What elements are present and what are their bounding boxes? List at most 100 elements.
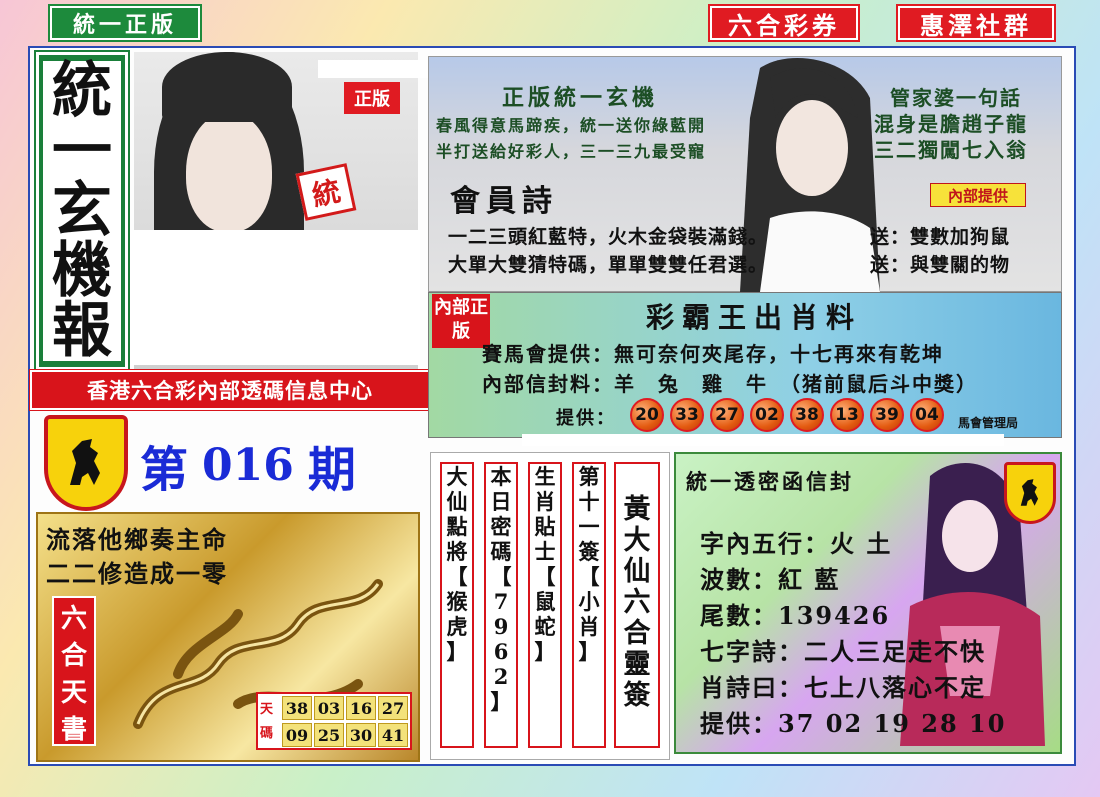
col-char: 鼠	[534, 589, 556, 614]
blank-block	[130, 230, 420, 365]
tianma-numbers: 天碼 38 03 16 27 09 25 30 41	[256, 692, 412, 750]
col-char: 第	[578, 464, 600, 489]
wuxing-row: 字內五行：火 土	[700, 524, 892, 559]
col-char: 】	[578, 639, 600, 664]
title-char: 機	[43, 241, 121, 301]
col-char: 十	[578, 489, 600, 514]
info-center-banner: 香港六合彩內部透碼信息中心	[30, 370, 430, 410]
horse-shield-logo-small	[1004, 462, 1056, 524]
white-strip-2	[522, 434, 1004, 446]
tianshu-char: 天	[60, 678, 87, 708]
number-ball: 33	[670, 398, 704, 432]
col-char: 密	[490, 514, 512, 539]
weishu-row: 尾數：139426	[700, 596, 890, 631]
official-stamp: 正版	[344, 82, 400, 114]
col-char: 仙	[446, 489, 468, 514]
number-ball: 39	[870, 398, 904, 432]
caibawang-line-2: 內部信封料：羊 兔 雞 牛 （猪前鼠后斗中獎）	[482, 372, 978, 396]
provide-label: 提供：	[556, 408, 616, 429]
gold-line-1: 流落他鄉奏主命	[46, 525, 228, 554]
col-char: 【	[534, 564, 556, 589]
number-ball: 02	[750, 398, 784, 432]
tianma-number: 09	[282, 723, 312, 747]
provide-row: 提供：37 02 19 28 10	[700, 704, 1006, 739]
col-char: 將	[446, 539, 468, 564]
tianshu-char: 六	[60, 604, 87, 634]
column-shengxiao: 生 肖 貼 士 【 鼠 蛇 】	[528, 462, 562, 748]
vertical-title: 統 一 玄 機 報	[36, 52, 128, 370]
horse-shield-logo	[44, 415, 128, 511]
bose-row: 波數：紅 藍	[700, 560, 840, 595]
col-char: 合	[623, 618, 651, 649]
poem-line-2-extra: 送：與雙關的物	[870, 254, 1011, 276]
col-char: 7	[493, 589, 509, 614]
col-char: 虎	[446, 614, 468, 639]
caibawang-title: 彩霸王出肖料	[646, 301, 863, 334]
guanjiapo-title: 管家婆一句話	[890, 86, 1022, 110]
col-char: 【	[578, 564, 600, 589]
xuanji-line-1: 春風得意馬蹄疾，統一送你綠藍開	[436, 116, 707, 135]
qizi-row: 七字詩：二人三足走不快	[700, 632, 986, 667]
envelope-title: 統一透密函信封	[686, 469, 854, 494]
issue-suffix: 期	[307, 442, 356, 498]
col-char: 】	[534, 639, 556, 664]
xiaoshi-value: 七上八落心不定	[804, 673, 986, 702]
number-ball: 38	[790, 398, 824, 432]
guanjiapo-line-1: 混身是膽趙子龍	[874, 112, 1028, 136]
col-char: 士	[534, 539, 556, 564]
wuxing-label: 字內五行：	[700, 529, 830, 558]
col-char: 【	[446, 564, 468, 589]
number-ball: 27	[710, 398, 744, 432]
qizi-label: 七字詩：	[700, 637, 804, 666]
issue-number: 第 016 期	[140, 430, 410, 500]
tianshu-label: 六 合 天 書	[52, 596, 96, 746]
bose-label: 波數：	[700, 565, 778, 594]
col-char: 猴	[446, 589, 468, 614]
tianshu-char: 書	[60, 715, 87, 745]
col-char: 仙	[623, 556, 651, 587]
title-char: 一	[43, 121, 121, 181]
col-char: 貼	[534, 514, 556, 539]
xuanji-line-2: 半打送給好彩人，三一三九最受寵	[436, 142, 707, 161]
jockey-club-label: 馬會管理局	[958, 416, 1019, 430]
col-char: 靈	[623, 649, 651, 680]
number-ball: 13	[830, 398, 864, 432]
tianshu-char: 合	[60, 641, 87, 671]
col-char: 簽	[623, 680, 651, 711]
tianma-label: 天碼	[260, 702, 274, 741]
col-char: 】	[490, 689, 512, 714]
internal-badge: 內部提供	[930, 183, 1026, 207]
provide-numbers: 37 02 19 28 10	[778, 709, 1007, 738]
poem-line-1-extra: 送：雙數加狗鼠	[870, 226, 1011, 248]
top-label-community: 惠澤社群	[898, 6, 1054, 40]
title-char: 玄	[43, 181, 121, 241]
col-char: 】	[446, 639, 468, 664]
horse-icon	[70, 439, 100, 485]
poem-line-2: 大單大雙猜特碼，單單雙雙任君選。	[448, 254, 769, 276]
title-char: 統	[43, 61, 121, 121]
qizi-value: 二人三足走不快	[804, 637, 986, 666]
col-char: 六	[623, 587, 651, 618]
gold-line-2: 二二修造成一零	[46, 559, 228, 588]
tianma-number: 38	[282, 696, 312, 720]
member-poem-title: 會員詩	[450, 184, 558, 219]
col-char: 小	[578, 589, 600, 614]
tianma-number: 25	[314, 723, 344, 747]
col-char: 蛇	[534, 614, 556, 639]
tianma-number: 16	[346, 696, 376, 720]
title-char: 報	[43, 301, 121, 361]
top-label-official: 統一正版	[50, 6, 200, 40]
col-char: 大	[446, 464, 468, 489]
issue-prefix: 第	[140, 442, 189, 498]
tianma-number: 03	[314, 696, 344, 720]
horse-icon	[1020, 479, 1039, 506]
col-char: 生	[534, 464, 556, 489]
col-char: 碼	[490, 539, 512, 564]
col-char: 2	[493, 664, 509, 689]
col-char: 本	[490, 464, 512, 489]
weishu-label: 尾數：	[700, 601, 778, 630]
number-ball: 04	[910, 398, 944, 432]
issue-value: 016	[202, 439, 294, 491]
tianma-number: 41	[378, 723, 408, 747]
xiaoshi-label: 肖詩曰：	[700, 673, 804, 702]
